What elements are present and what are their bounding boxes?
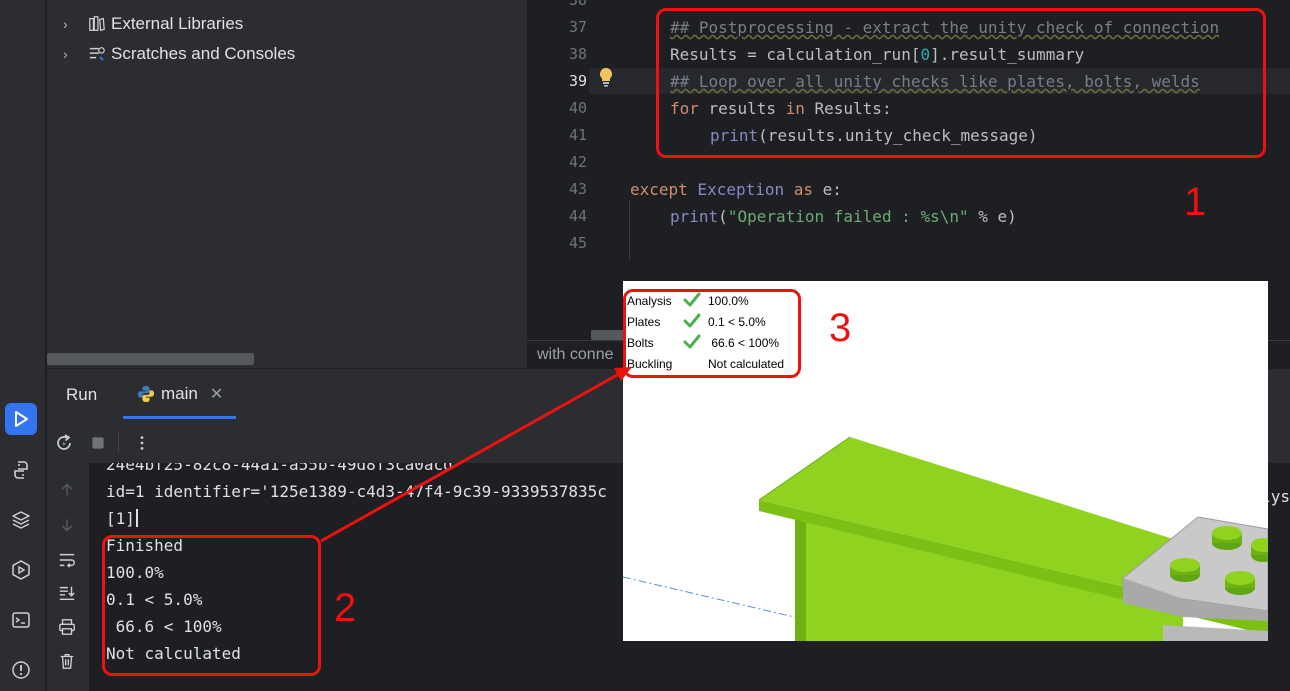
line-number: 38: [568, 0, 587, 9]
rerun-icon[interactable]: [52, 431, 76, 455]
run-tool-icon[interactable]: [5, 403, 37, 435]
console-line: id=1 identifier='125e1389-c4d3-47f4-9c39…: [106, 482, 607, 501]
chevron-right-icon[interactable]: ›: [63, 46, 79, 62]
python-icon: [137, 385, 155, 403]
line-number: 41: [568, 126, 587, 144]
line-number-gutter: 38 37 38 39 40 41 42 43 44 45: [527, 0, 589, 340]
chevron-right-icon[interactable]: ›: [63, 16, 79, 32]
code-builtin: Exception: [687, 180, 794, 199]
line-number: 43: [568, 180, 587, 198]
library-icon: [87, 14, 107, 34]
terminal-icon[interactable]: [5, 604, 37, 636]
tab-main[interactable]: main ✕: [123, 369, 237, 419]
callout-number-1: 1: [1184, 180, 1207, 224]
indent-guide: [629, 200, 630, 260]
line-number: 42: [568, 153, 587, 171]
trash-icon[interactable]: [56, 650, 78, 672]
toolbar-separator: [118, 433, 119, 453]
line-number: 38: [568, 45, 587, 63]
text-cursor: [135, 509, 138, 527]
line-number: 45: [568, 234, 587, 252]
line-number-current: 39: [568, 72, 587, 90]
scroll-up-icon[interactable]: [56, 479, 78, 501]
tool-window-strip: [0, 0, 46, 691]
scratches-icon: [87, 44, 107, 64]
scroll-down-icon[interactable]: [56, 514, 78, 536]
code-line-44: print("Operation failed : %s\n" % e): [670, 207, 1017, 226]
project-panel: › External Libraries › Scratches and Con…: [47, 0, 527, 368]
code-keyword: as: [793, 180, 814, 199]
callout-number-3: 3: [829, 306, 852, 350]
run-panel-title: Run: [66, 385, 98, 404]
code-text: (: [718, 207, 728, 226]
python-packages-icon[interactable]: [5, 504, 37, 536]
code-text: % e): [968, 207, 1017, 226]
tree-item-scratches-and-consoles[interactable]: › Scratches and Consoles: [47, 39, 295, 69]
soft-wrap-icon[interactable]: [56, 549, 78, 571]
console-line: [1]: [106, 509, 138, 528]
highlight-box-summary: [623, 289, 801, 378]
axis-line: [623, 576, 804, 620]
python-console-icon[interactable]: [5, 454, 37, 486]
problems-icon[interactable]: [5, 654, 37, 686]
console-line-text: [1]: [106, 509, 135, 528]
active-tab-indicator: [123, 416, 236, 419]
beam-web-edge: [795, 517, 806, 641]
callout-number-2: 2: [334, 586, 357, 630]
line-number: 37: [568, 18, 587, 36]
highlight-box-console: [102, 535, 321, 676]
tree-item-label: Scratches and Consoles: [111, 44, 296, 63]
tree-item-label: External Libraries: [111, 14, 244, 33]
code-line-43: except Exception as e:: [630, 180, 842, 199]
code-keyword: except: [630, 180, 688, 199]
services-icon[interactable]: [5, 554, 37, 586]
tree-row-clipped: [107, 0, 307, 2]
close-icon[interactable]: ✕: [210, 384, 223, 404]
code-text: e:: [813, 180, 842, 199]
console-line: 24e4bf25-82c8-44a1-a55b-49d8f3ca0acd: [106, 463, 453, 474]
more-options-icon[interactable]: [130, 431, 154, 455]
line-number: 40: [568, 99, 587, 117]
highlight-box-code: [656, 8, 1266, 158]
tab-label: main: [161, 384, 198, 403]
project-horizontal-scrollbar[interactable]: [47, 353, 254, 365]
print-icon[interactable]: [56, 616, 78, 638]
tree-item-external-libraries[interactable]: › External Libraries: [47, 9, 243, 39]
code-string: "Operation failed : %s\n": [727, 207, 969, 226]
stop-icon[interactable]: [86, 431, 110, 455]
breadcrumb[interactable]: with conne: [537, 346, 614, 364]
scroll-to-end-icon[interactable]: [56, 582, 78, 604]
lightbulb-icon[interactable]: [596, 66, 616, 88]
editor-horizontal-scrollbar[interactable]: [591, 330, 627, 340]
console-side-toolbar: [47, 463, 89, 691]
line-number: 44: [568, 207, 587, 225]
code-builtin: print: [670, 207, 719, 226]
